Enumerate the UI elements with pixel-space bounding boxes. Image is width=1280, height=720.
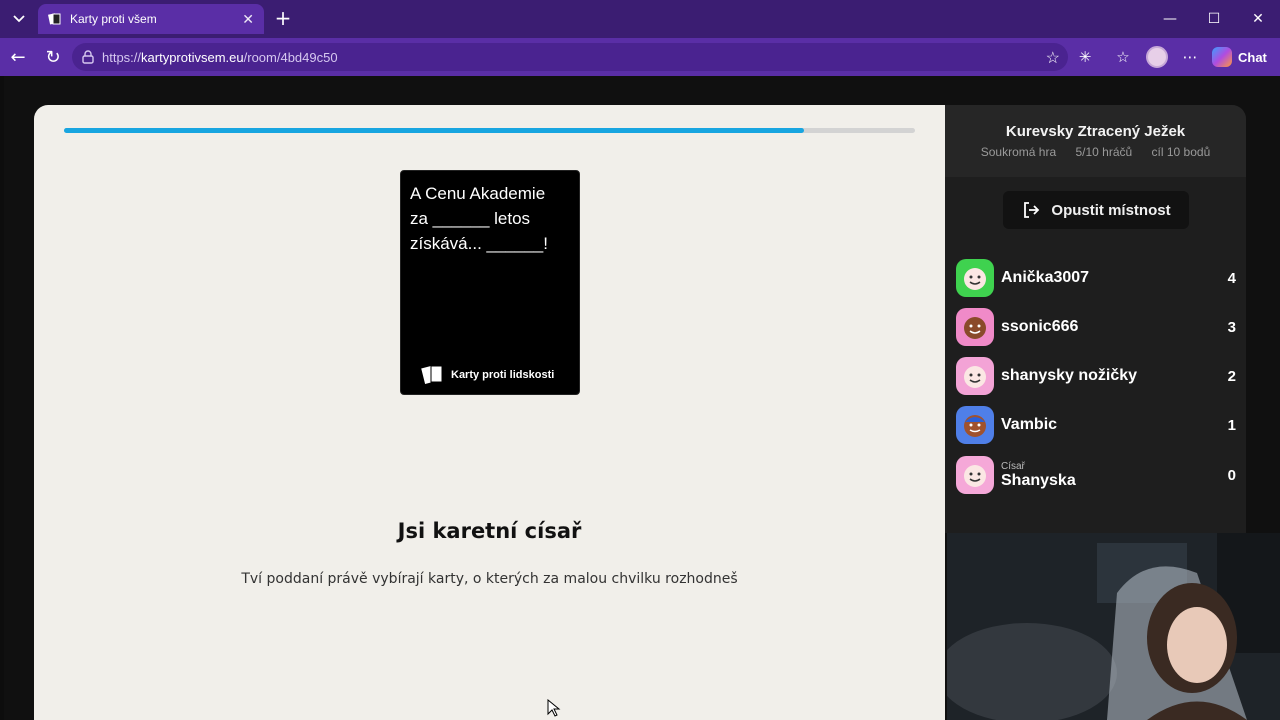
favorites-icon[interactable]: ☆ [1113,47,1133,67]
player-avatar [956,357,994,395]
browser-toolbar: ← ↻ https://kartyprotivsem.eu/room/4bd49… [0,38,1280,76]
player-info: Anička3007 [1001,269,1216,287]
url-host: kartyprotivsem.eu [141,49,244,65]
player-avatar [956,456,994,494]
webcam-feed-image [947,533,1280,720]
player-score: 2 [1227,367,1236,385]
browser-tab[interactable]: Karty proti všem ✕ [38,4,264,34]
player-name: Shanyska [1001,471,1076,489]
player-score: 3 [1227,318,1236,336]
card-brand-label: Karty proti lidskosti [451,369,555,381]
card-brand: Karty proti lidskosti [421,364,554,386]
player-score: 0 [1227,466,1236,484]
mouse-cursor-icon [547,699,561,717]
game-main-panel: A Cenu Akademie za ______ letos získává.… [34,105,945,720]
favorite-star-icon[interactable]: ☆ [1046,48,1060,68]
player-info: Vambic [1001,416,1216,434]
player-avatar [956,259,994,297]
url-path: /room/4bd49c50 [243,49,338,65]
player-name: shanysky nožičky [1001,367,1138,384]
new-tab-plus-icon[interactable]: + [272,8,294,30]
site-info-icon[interactable] [80,49,96,65]
black-question-card: A Cenu Akademie za ______ letos získává.… [400,170,580,395]
maximize-icon[interactable]: ☐ [1192,0,1236,38]
address-bar[interactable]: https://kartyprotivsem.eu/room/4bd49c50 … [72,43,1068,71]
room-type: Soukromá hra [980,145,1057,159]
leave-room-button[interactable]: Opustit místnost [1003,191,1189,229]
players-count: 5/10 hráčů [1075,145,1133,159]
profile-avatar[interactable] [1146,46,1168,68]
player-row: shanysky nožičky 2 [956,356,1236,396]
player-row: Vambic 1 [956,405,1236,445]
room-sidebar: Kurevsky Ztracený Ježek Soukromá hra 5/1… [945,105,1246,533]
player-score: 4 [1227,269,1236,287]
reload-icon[interactable]: ↻ [41,45,65,69]
player-row: ssonic666 3 [956,307,1236,347]
black-card-text: A Cenu Akademie za ______ letos získává.… [410,184,548,253]
browser-titlebar: Karty proti všem ✕ + — ☐ ✕ [0,0,1280,38]
player-row: Anička3007 4 [956,258,1236,298]
extensions-puzzle-icon[interactable]: ✳ [1075,47,1095,67]
goal-points: cíl 10 bodů [1151,145,1211,159]
tab-list-chevron-icon[interactable] [6,6,32,32]
more-menu-icon[interactable]: ⋯ [1180,47,1200,67]
window-controls: — ☐ ✕ [1148,0,1280,38]
player-score: 1 [1227,416,1236,434]
room-header: Kurevsky Ztracený Ježek Soukromá hra 5/1… [945,105,1246,177]
player-role: Císař [1001,460,1025,472]
room-meta: Soukromá hra 5/10 hráčů cíl 10 bodů [945,145,1246,159]
player-avatar [956,308,994,346]
player-name: Vambic [1001,416,1058,433]
player-info: Císař Shanyska [1001,461,1216,490]
czar-headline: Jsi karetní císař [397,519,582,543]
czar-subline: Tví poddaní právě vybírají karty, o kter… [241,571,738,587]
player-name: Anička3007 [1001,269,1090,286]
back-arrow-icon[interactable]: ← [6,45,30,69]
copilot-icon [1212,47,1232,67]
player-avatar [956,406,994,444]
cards-logo-icon [421,365,443,384]
cards-favicon-icon [48,13,61,25]
player-info: ssonic666 [1001,318,1216,336]
exit-icon [1024,202,1040,218]
leave-room-label: Opustit místnost [1051,201,1171,219]
round-progress-bar [64,128,915,133]
webcam-overlay [947,533,1280,720]
player-info: shanysky nožičky [1001,367,1216,385]
round-progress-fill [64,128,805,133]
url-prefix: https:// [102,49,142,65]
chat-label: Chat [1238,49,1267,65]
window-close-icon[interactable]: ✕ [1236,0,1280,38]
player-name: ssonic666 [1001,318,1079,335]
tab-close-icon[interactable]: ✕ [242,11,254,28]
room-name: Kurevsky Ztracený Ježek [1005,123,1186,140]
tab-title: Karty proti všem [70,12,157,26]
player-row: Císař Shanyska 0 [956,455,1236,495]
minimize-icon[interactable]: — [1148,0,1192,38]
copilot-chat-button[interactable]: Chat [1212,44,1267,70]
